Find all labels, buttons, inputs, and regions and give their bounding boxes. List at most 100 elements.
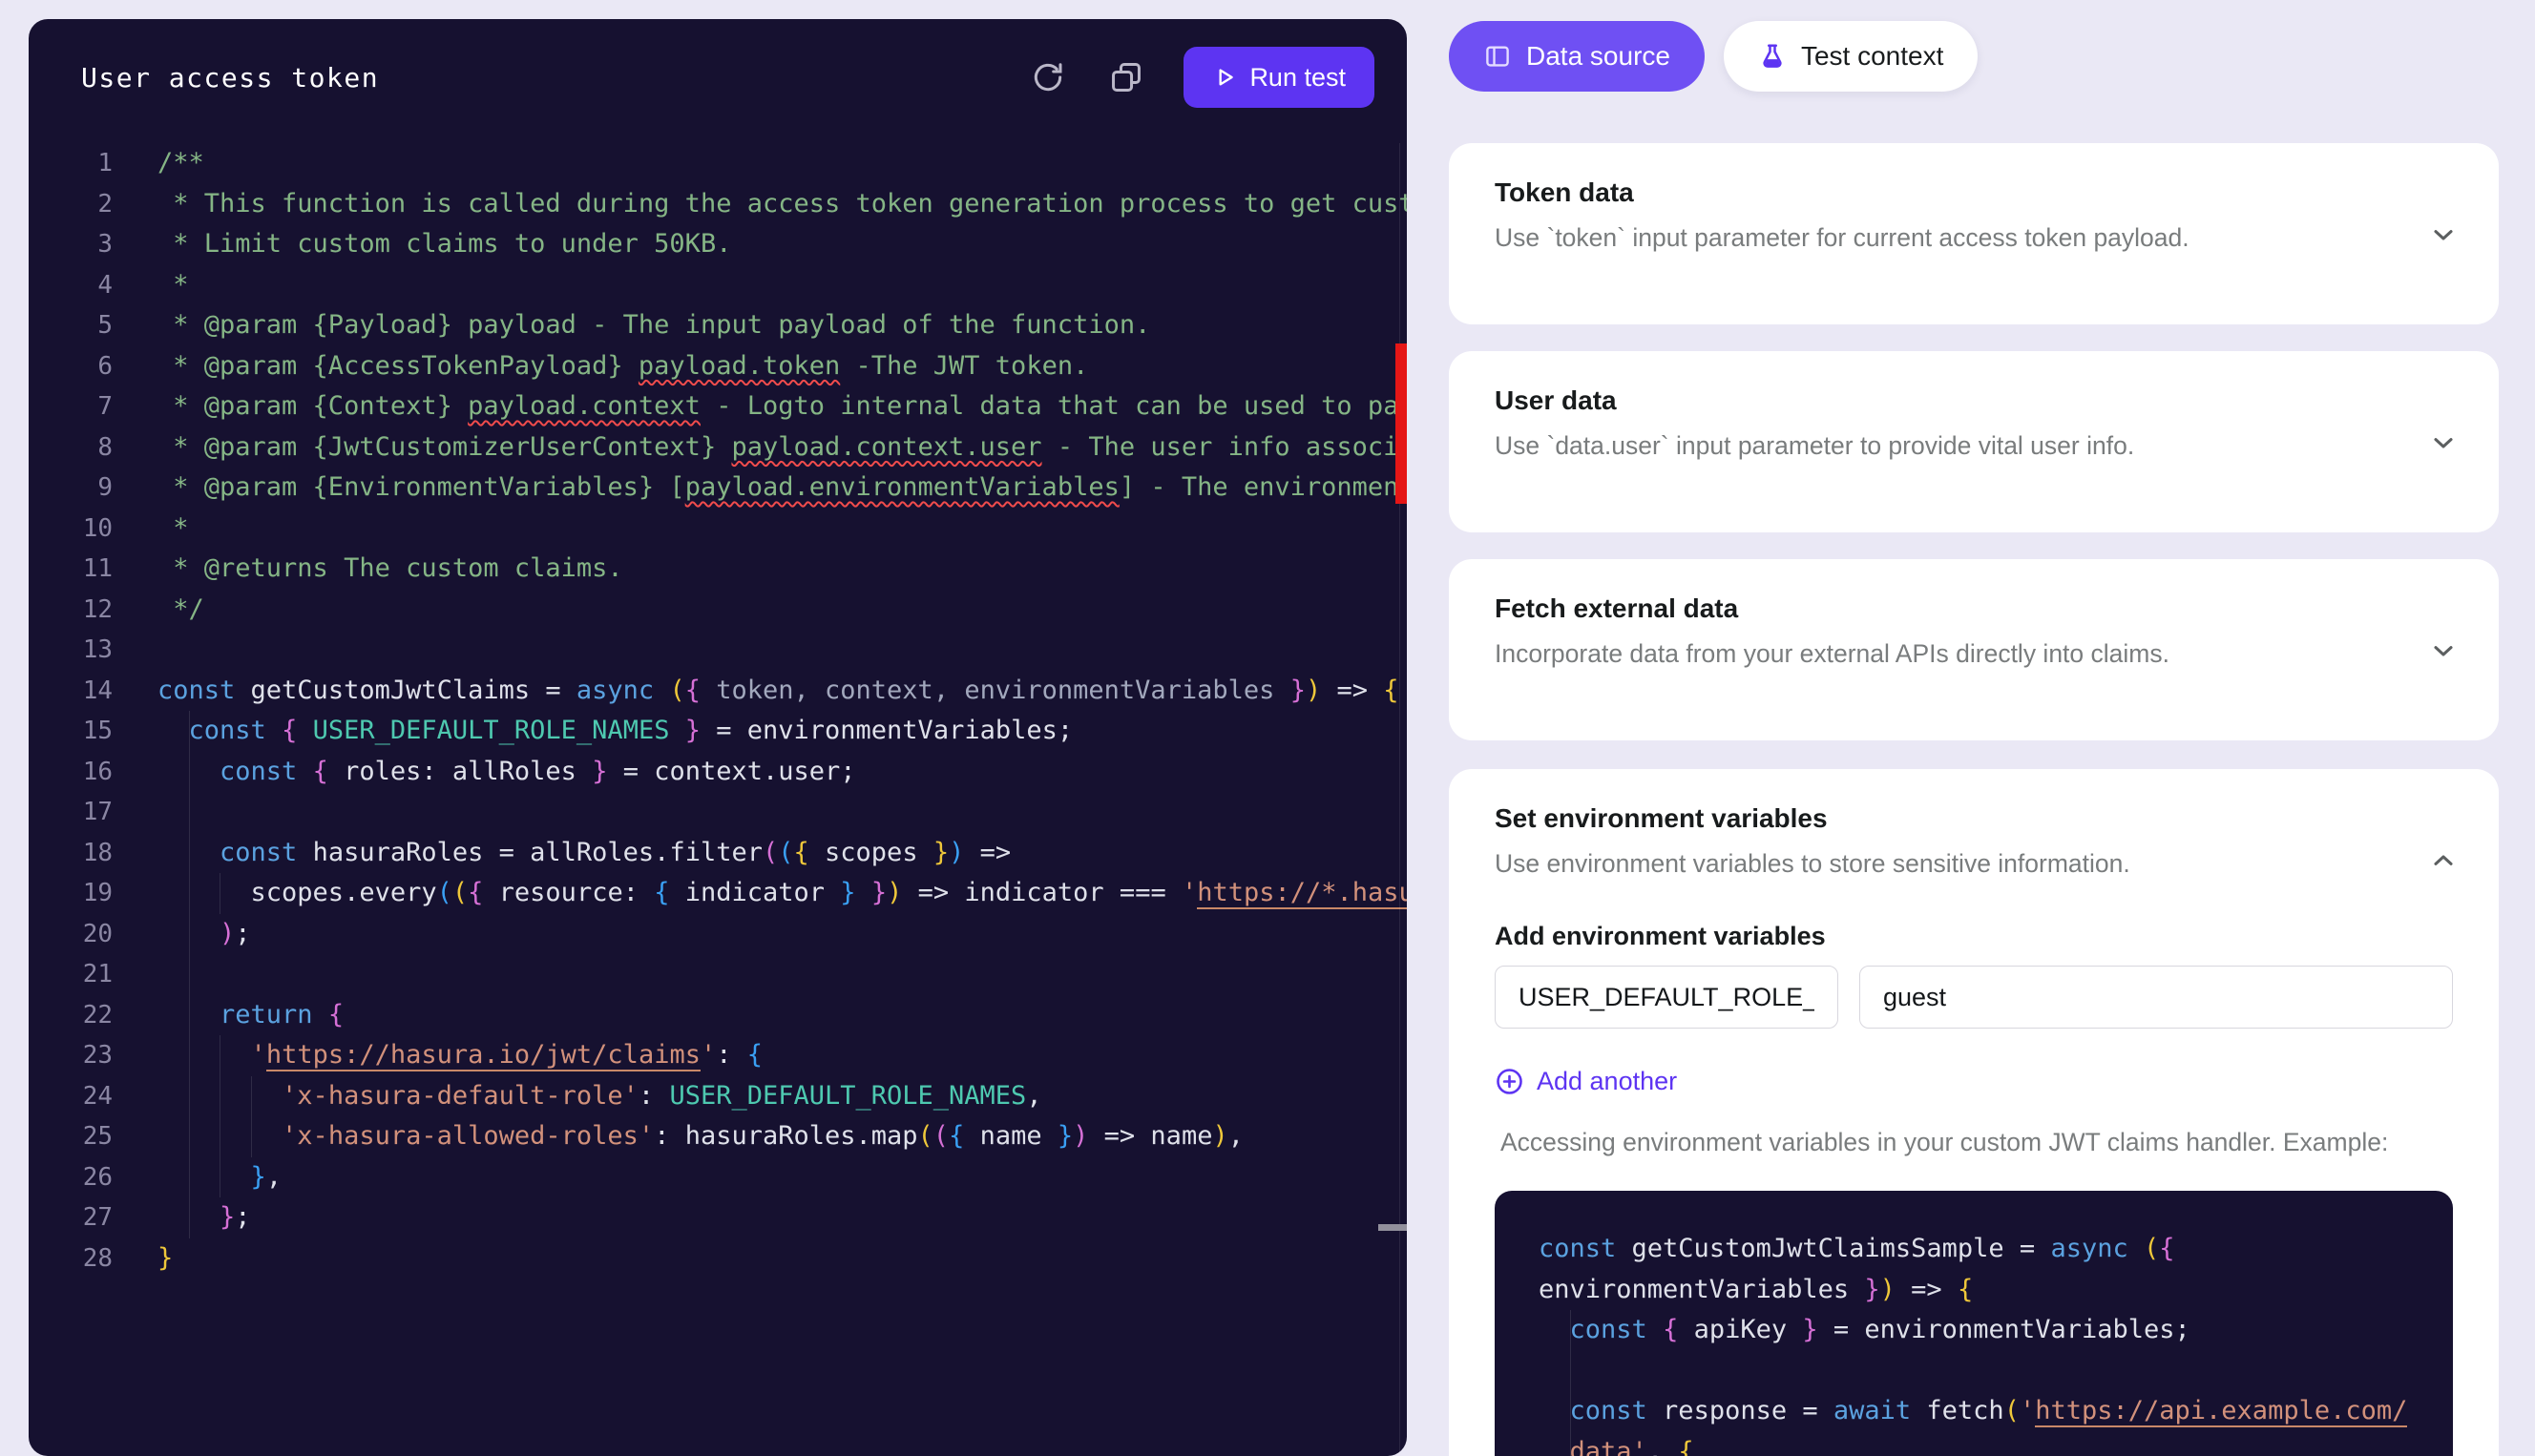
line-number: 24 — [29, 1076, 113, 1117]
code-line: 6 * @param {AccessTokenPayload} payload.… — [29, 346, 1407, 387]
card-description: Incorporate data from your external APIs… — [1495, 639, 2169, 669]
code-line: const { apiKey } = environmentVariables; — [1539, 1310, 2409, 1351]
code-token — [157, 1162, 251, 1192]
indent-guide — [189, 1035, 190, 1076]
code-token: ( — [669, 676, 684, 705]
indent-guide — [189, 914, 190, 955]
run-test-button[interactable]: Run test — [1184, 47, 1374, 108]
indent-guide — [251, 1076, 252, 1117]
code-token: -The JWT token. — [840, 351, 1088, 381]
code-editor-panel: User access token — [29, 19, 1407, 1456]
code-token: , — [1026, 1081, 1041, 1111]
line-number: 13 — [29, 630, 113, 671]
tab-test-context-label: Test context — [1801, 41, 1943, 72]
env-value-input[interactable] — [1859, 966, 2453, 1029]
code-token: ' — [2020, 1396, 2035, 1425]
code-token: await — [1833, 1396, 1911, 1425]
code-token: => indicator === — [902, 878, 1182, 907]
code-token: : — [716, 1040, 747, 1070]
code-token: ) — [220, 919, 235, 948]
env-key-input[interactable] — [1495, 966, 1838, 1029]
code-token: } — [933, 838, 949, 867]
code-line: 19 scopes.every(({ resource: { indicator… — [29, 873, 1407, 914]
code-token: ( — [2004, 1396, 2020, 1425]
tab-data-source[interactable]: Data source — [1449, 21, 1705, 92]
indent-guide — [189, 1076, 190, 1117]
code-token: ; — [235, 919, 250, 948]
expand-button[interactable] — [2428, 427, 2459, 458]
code-token: } — [840, 878, 855, 907]
indent-guide — [189, 711, 190, 752]
code-line: 22 return { — [29, 995, 1407, 1036]
code-token: - The user info associated with the toke… — [1042, 432, 1407, 462]
column-ruler — [1399, 143, 1400, 1456]
indent-guide — [189, 954, 190, 995]
line-number: 4 — [29, 265, 113, 306]
add-another-button[interactable]: Add another — [1495, 1067, 1677, 1096]
line-number: 28 — [29, 1238, 113, 1279]
code-token: * — [157, 270, 189, 300]
expand-button[interactable] — [2428, 635, 2459, 666]
code-line: const response = await fetch('https://ap… — [1539, 1391, 2409, 1432]
code-line: 23 'https://hasura.io/jwt/claims': { — [29, 1035, 1407, 1076]
code-token: { — [282, 716, 297, 745]
code-token: { — [1678, 1437, 1693, 1456]
code-token: = environmentVariables; — [1818, 1315, 2190, 1344]
code-line: const getCustomJwtClaimsSample = async (… — [1539, 1229, 2409, 1270]
indent-guide — [1570, 1351, 1571, 1392]
code-token: { — [794, 838, 809, 867]
add-env-variables-label: Add environment variables — [1495, 922, 1826, 951]
expand-button[interactable] — [2428, 219, 2459, 250]
code-token: ' — [251, 1040, 266, 1070]
copy-button[interactable] — [1105, 56, 1147, 98]
code-token: ) — [1073, 1121, 1088, 1151]
tab-test-context[interactable]: Test context — [1724, 21, 1978, 92]
code-token — [297, 757, 312, 786]
code-token: { — [949, 1121, 964, 1151]
code-token: : — [639, 1081, 670, 1111]
line-number: 19 — [29, 873, 113, 914]
code-token — [313, 1000, 328, 1030]
code-line: 20 ); — [29, 914, 1407, 955]
line-number: 25 — [29, 1116, 113, 1157]
code-token: } — [1058, 1121, 1073, 1151]
code-token: ) — [1880, 1275, 1896, 1304]
chevron-down-icon — [2428, 635, 2459, 666]
line-number: 18 — [29, 833, 113, 874]
code-line: environmentVariables }) => { — [1539, 1270, 2409, 1311]
code-line: 12 */ — [29, 590, 1407, 631]
code-token: ; — [235, 1202, 250, 1232]
line-number: 8 — [29, 427, 113, 468]
card-user-data[interactable]: User data Use `data.user` input paramete… — [1449, 351, 2499, 532]
code-line: 9 * @param {EnvironmentVariables} [paylo… — [29, 468, 1407, 509]
indent-guide — [189, 792, 190, 833]
code-token: const — [189, 716, 266, 745]
editor-header: User access token — [29, 19, 1407, 135]
code-token: roles: allRoles — [328, 757, 592, 786]
line-number: 27 — [29, 1197, 113, 1238]
refresh-button[interactable] — [1027, 56, 1069, 98]
code-token: resource: — [483, 878, 654, 907]
code-line: 15 const { USER_DEFAULT_ROLE_NAMES } = e… — [29, 711, 1407, 752]
plus-circle-icon — [1495, 1067, 1524, 1096]
code-token: return — [220, 1000, 313, 1030]
code-token: , — [266, 1162, 282, 1192]
code-token: const — [157, 676, 235, 705]
code-token — [1539, 1315, 1570, 1344]
card-token-data[interactable]: Token data Use `token` input parameter f… — [1449, 143, 2499, 324]
card-description: Use `data.user` input parameter to provi… — [1495, 431, 2134, 461]
flask-icon — [1758, 42, 1787, 71]
horizontal-scrollbar[interactable] — [1378, 1224, 1407, 1231]
code-token — [1539, 1437, 1570, 1456]
code-line: 17 — [29, 792, 1407, 833]
indent-guide — [189, 995, 190, 1036]
card-fetch-external-data[interactable]: Fetch external data Incorporate data fro… — [1449, 559, 2499, 740]
collapse-button[interactable] — [2428, 845, 2459, 876]
code-area[interactable]: 1/**2 * This function is called during t… — [29, 143, 1407, 1456]
code-token: payload.token — [639, 351, 840, 381]
code-token: https://*.hasura.app/api — [1197, 878, 1407, 909]
code-token: 'x-hasura-allowed-roles' — [282, 1121, 654, 1151]
line-number: 21 — [29, 954, 113, 995]
code-token: - Logto internal data that can be used t… — [701, 391, 1407, 421]
code-token: ' — [1182, 878, 1197, 907]
